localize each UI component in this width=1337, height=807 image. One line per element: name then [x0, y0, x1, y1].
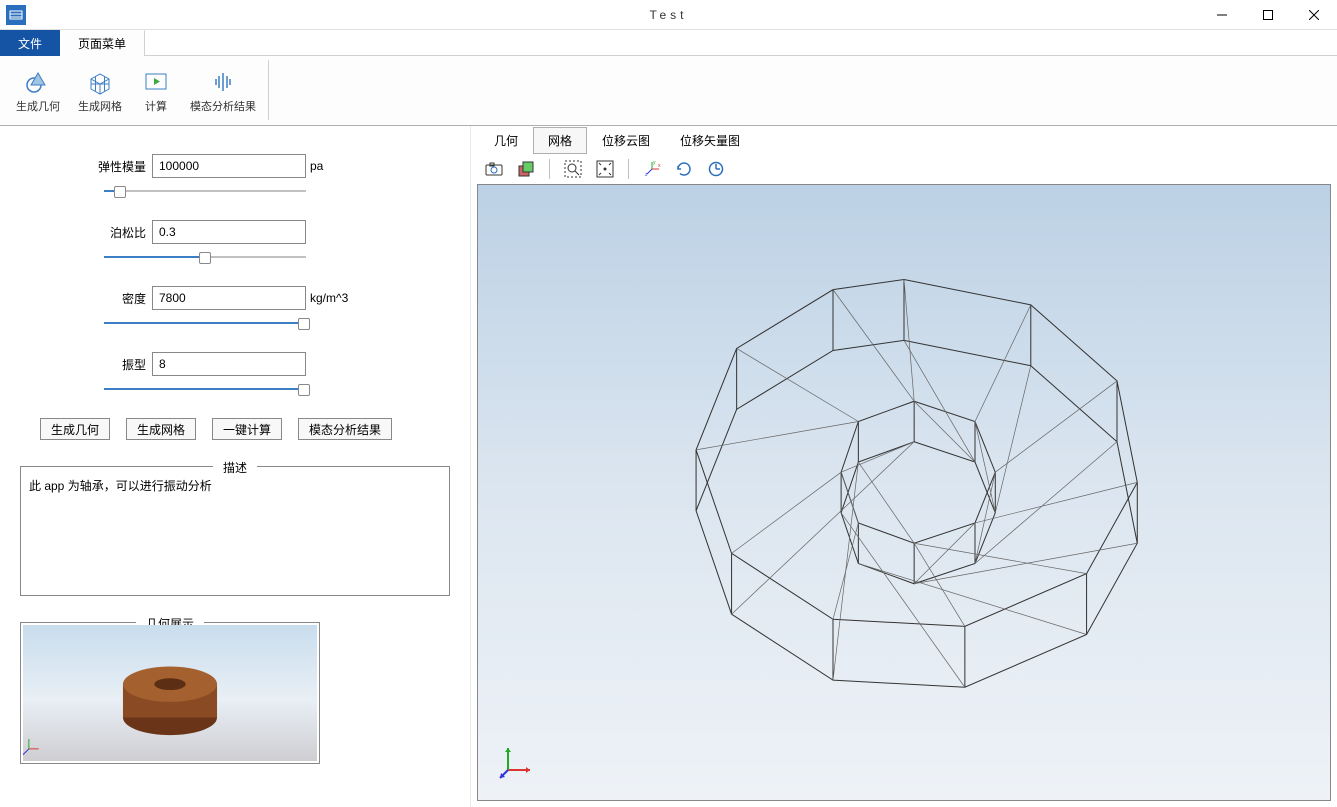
menu-page[interactable]: 页面菜单 [60, 30, 145, 56]
menubar: 文件 页面菜单 [0, 30, 1337, 56]
gen-mesh-button[interactable]: 生成网格 [126, 418, 196, 440]
poisson-slider[interactable] [104, 250, 306, 264]
mode-shape-label: 振型 [92, 356, 152, 373]
mesh-icon [86, 68, 114, 96]
ribbon: 生成几何 生成网格 计算 模态分析结果 [0, 56, 1337, 126]
compute-icon [142, 68, 170, 96]
app-icon [6, 5, 26, 25]
mode-shape-slider[interactable] [104, 382, 306, 396]
view-tabs: 几何 网格 位移云图 位移矢量图 [471, 126, 1337, 154]
toolbar-zoom-box-icon[interactable] [560, 157, 586, 181]
toolbar-rotate-icon[interactable] [671, 157, 697, 181]
tab-disp-vector[interactable]: 位移矢量图 [665, 127, 755, 154]
close-button[interactable] [1291, 0, 1337, 30]
tab-geometry[interactable]: 几何 [479, 127, 533, 154]
ribbon-gen-geometry[interactable]: 生成几何 [8, 60, 68, 121]
parameters-panel: 弹性模量 pa 泊松比 密度 kg/m^3 振型 生成几何 生成网格 一键计算 [0, 126, 470, 807]
elastic-modulus-label: 弹性模量 [92, 158, 152, 175]
elastic-modulus-unit: pa [310, 159, 323, 173]
svg-text:x: x [658, 163, 661, 169]
elastic-modulus-input[interactable] [152, 154, 306, 178]
minimize-button[interactable] [1199, 0, 1245, 30]
geometry-preview-fieldset: 几何展示 [20, 622, 320, 764]
density-unit: kg/m^3 [310, 291, 348, 305]
elastic-modulus-slider[interactable] [104, 184, 306, 198]
description-fieldset: 描述 此 app 为轴承，可以进行振动分析 [20, 466, 450, 596]
ribbon-compute[interactable]: 计算 [132, 60, 180, 121]
geometry-icon [24, 68, 52, 96]
one-click-compute-button[interactable]: 一键计算 [212, 418, 282, 440]
toolbar-reset-view-icon[interactable] [703, 157, 729, 181]
maximize-button[interactable] [1245, 0, 1291, 30]
ribbon-modal-results[interactable]: 模态分析结果 [182, 60, 264, 121]
axis-indicator-icon [498, 740, 538, 780]
tab-mesh[interactable]: 网格 [533, 127, 587, 154]
viewport-panel: 几何 网格 位移云图 位移矢量图 xyz [470, 126, 1337, 807]
svg-text:y: y [653, 160, 656, 166]
main-viewport[interactable] [477, 184, 1331, 801]
toolbar-zoom-extents-icon[interactable] [592, 157, 618, 181]
density-input[interactable] [152, 286, 306, 310]
description-legend: 描述 [213, 459, 257, 476]
poisson-label: 泊松比 [92, 224, 152, 241]
poisson-input[interactable] [152, 220, 306, 244]
titlebar: Test [0, 0, 1337, 30]
geometry-preview-viewport[interactable] [23, 625, 317, 761]
modal-results-button[interactable]: 模态分析结果 [298, 418, 392, 440]
toolbar-axis-orient-icon[interactable]: xyz [639, 157, 665, 181]
density-label: 密度 [92, 290, 152, 307]
ribbon-gen-mesh[interactable]: 生成网格 [70, 60, 130, 121]
density-slider[interactable] [104, 316, 306, 330]
mode-shape-input[interactable] [152, 352, 306, 376]
view-toolbar: xyz [471, 154, 1337, 184]
menu-file[interactable]: 文件 [0, 30, 60, 56]
window-title: Test [649, 8, 687, 22]
toolbar-layers-icon[interactable] [513, 157, 539, 181]
toolbar-snapshot-icon[interactable] [481, 157, 507, 181]
modal-results-icon [209, 68, 237, 96]
mesh-wireframe [478, 185, 1330, 800]
tab-disp-contour[interactable]: 位移云图 [587, 127, 665, 154]
gen-geometry-button[interactable]: 生成几何 [40, 418, 110, 440]
description-text: 此 app 为轴承，可以进行振动分析 [29, 477, 441, 494]
